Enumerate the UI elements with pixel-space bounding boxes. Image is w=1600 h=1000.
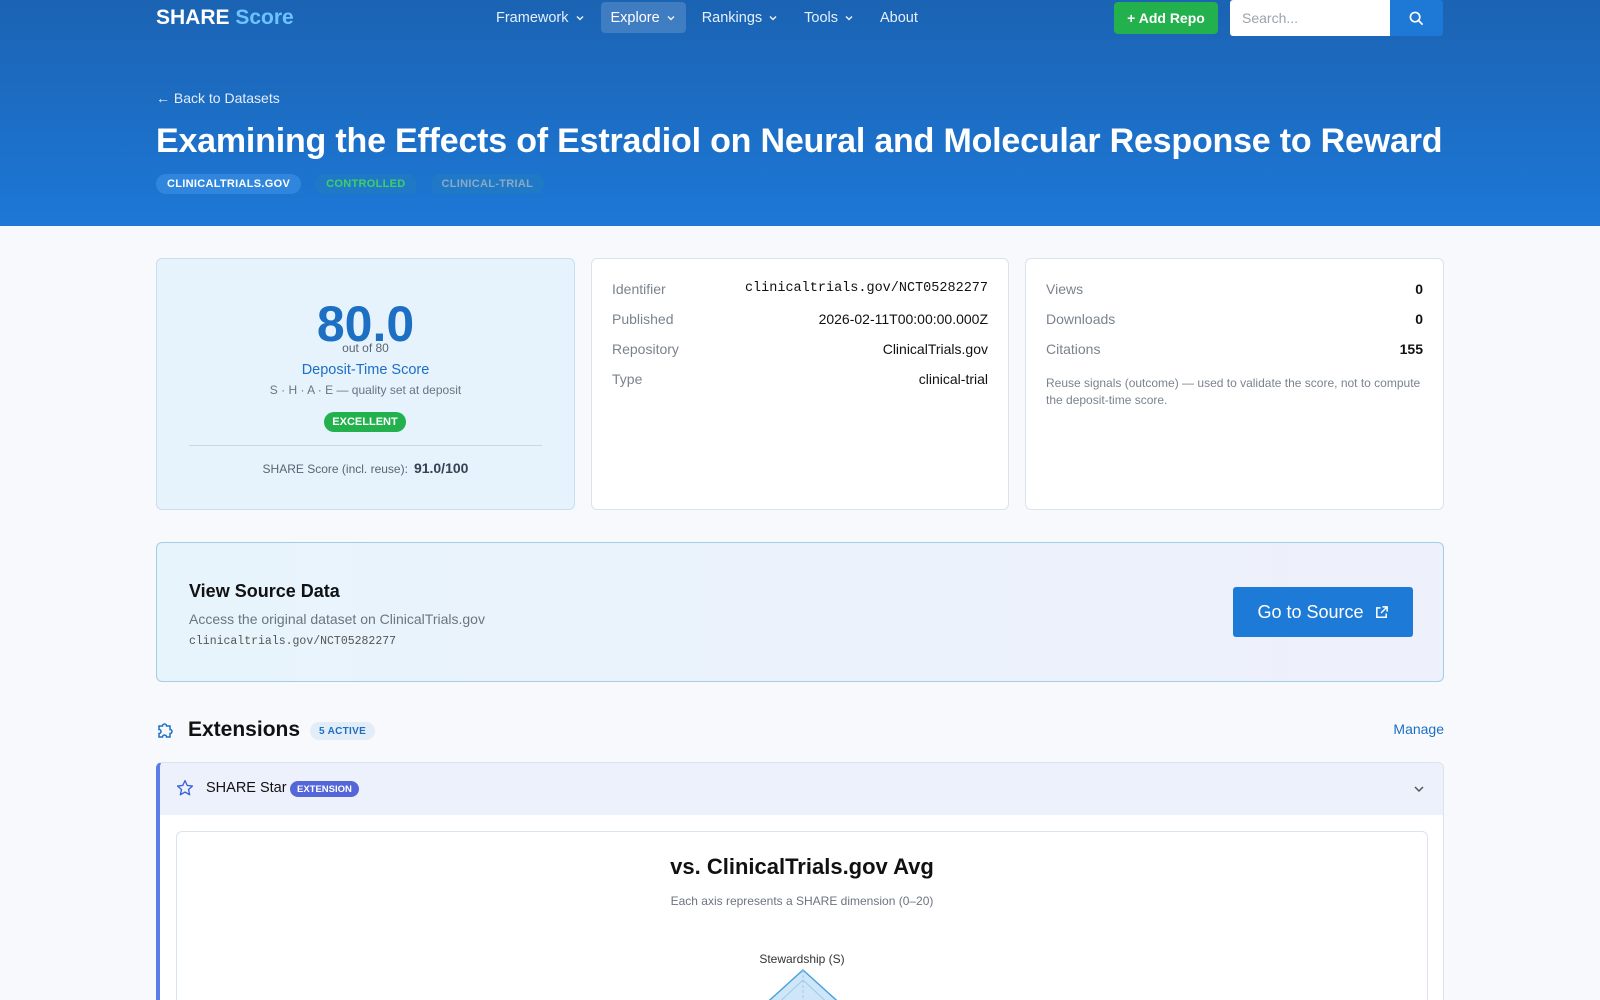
radar-axis-label-stewardship: Stewardship (S) xyxy=(759,952,845,966)
top-nav: SHARE Score Framework Explore Rankings T… xyxy=(0,0,1600,36)
score-subtitle: S · H · A · E — quality set at deposit xyxy=(269,383,462,397)
nav-explore-label: Explore xyxy=(610,9,660,26)
nav-rankings[interactable]: Rankings xyxy=(692,2,788,33)
chevron-down-icon xyxy=(845,15,853,21)
dataset-tags: CLINICALTRIALS.GOV CONTROLLED CLINICAL-T… xyxy=(156,174,545,194)
reuse-row-views: Views 0 xyxy=(1046,281,1423,297)
extension-panel-share-star: SHARE Star EXTENSION vs. ClinicalTrials.… xyxy=(156,762,1444,1000)
source-data-card: View Source Data Access the original dat… xyxy=(156,542,1444,682)
reuse-card: Views 0 Downloads 0 Citations 155 Reuse … xyxy=(1025,258,1444,510)
reuse-row-citations: Citations 155 xyxy=(1046,341,1423,357)
main-menu: Framework Explore Rankings Tools About xyxy=(486,2,928,33)
extension-name: SHARE Star xyxy=(206,780,287,796)
views-value: 0 xyxy=(1415,281,1423,297)
score-label: Deposit-Time Score xyxy=(301,362,430,378)
meta-row-published: Published 2026-02-11T00:00:00.000Z xyxy=(612,311,988,327)
extensions-count-badge: 5 ACTIVE xyxy=(310,722,376,740)
views-label: Views xyxy=(1046,281,1084,297)
nav-framework-label: Framework xyxy=(496,9,569,26)
reuse-note: Reuse signals (outcome) — used to valida… xyxy=(1046,376,1421,407)
search-icon xyxy=(1409,11,1424,25)
share-score-reuse-label: SHARE Score (incl. reuse): xyxy=(262,462,408,476)
go-to-source-label: Go to Source xyxy=(1257,601,1364,622)
meta-row-repository: Repository ClinicalTrials.gov xyxy=(612,341,988,357)
share-score-reuse: SHARE Score (incl. reuse): 91.0/100 xyxy=(157,460,574,476)
external-link-icon xyxy=(1375,605,1388,618)
identifier-value: clinicaltrials.gov/NCT05282277 xyxy=(744,281,988,296)
source-identifier: clinicaltrials.gov/NCT05282277 xyxy=(189,635,397,648)
extensions-title: Extensions xyxy=(188,718,301,741)
chart-title: vs. ClinicalTrials.gov Avg xyxy=(670,854,934,879)
chevron-down-icon xyxy=(575,15,584,21)
citations-label: Citations xyxy=(1046,341,1101,357)
rating-badge: EXCELLENT xyxy=(324,412,406,432)
chevron-down-icon xyxy=(769,15,777,21)
radar-chart-card: vs. ClinicalTrials.gov Avg Each axis rep… xyxy=(176,831,1428,1000)
nav-explore[interactable]: Explore xyxy=(600,2,686,33)
nav-about[interactable]: About xyxy=(870,2,928,33)
page-title: Examining the Effects of Estradiol on Ne… xyxy=(156,122,1443,160)
meta-row-identifier: Identifier clinicaltrials.gov/NCT0528227… xyxy=(612,281,988,297)
nav-rankings-label: Rankings xyxy=(701,9,763,26)
hero-header: SHARE Score Framework Explore Rankings T… xyxy=(0,0,1600,226)
repository-label: Repository xyxy=(612,341,679,357)
radar-chart-shape xyxy=(768,968,838,1000)
downloads-label: Downloads xyxy=(1046,311,1116,327)
citations-value: 155 xyxy=(1399,341,1423,357)
brand-logo[interactable]: SHARE Score xyxy=(156,6,294,30)
divider xyxy=(189,445,542,446)
chart-subtitle: Each axis represents a SHARE dimension (… xyxy=(670,894,934,908)
published-label: Published xyxy=(612,311,674,327)
add-repo-button[interactable]: + Add Repo xyxy=(1114,2,1218,34)
identifier-label: Identifier xyxy=(612,281,666,297)
nav-tools-label: Tools xyxy=(804,9,838,26)
source-title: View Source Data xyxy=(189,581,340,601)
go-to-source-button[interactable]: Go to Source xyxy=(1233,587,1413,637)
nav-framework[interactable]: Framework xyxy=(486,2,595,33)
downloads-value: 0 xyxy=(1415,311,1423,327)
extension-type-badge: EXTENSION xyxy=(290,781,359,797)
source-description: Access the original dataset on ClinicalT… xyxy=(189,611,485,627)
brand-accent: Score xyxy=(235,6,294,29)
published-value: 2026-02-11T00:00:00.000Z xyxy=(818,311,988,327)
score-card: 80.0 out of 80 Deposit-Time Score S · H … xyxy=(156,258,575,510)
meta-row-type: Type clinical-trial xyxy=(612,371,988,387)
chevron-down-icon[interactable] xyxy=(1413,783,1425,795)
tag-access[interactable]: CONTROLLED xyxy=(315,174,417,194)
tag-repository[interactable]: CLINICALTRIALS.GOV xyxy=(156,174,302,194)
back-to-datasets-link[interactable]: ← Back to Datasets xyxy=(156,90,280,106)
nav-about-label: About xyxy=(880,9,918,26)
score-out-of: out of 80 xyxy=(342,341,389,355)
tag-type[interactable]: CLINICAL-TRIAL xyxy=(430,174,545,194)
metadata-card: Identifier clinicaltrials.gov/NCT0528227… xyxy=(591,258,1009,510)
search-button[interactable] xyxy=(1390,0,1443,36)
reuse-row-downloads: Downloads 0 xyxy=(1046,311,1423,327)
puzzle-icon xyxy=(158,723,173,738)
brand-main: SHARE xyxy=(156,6,230,29)
repository-value: ClinicalTrials.gov xyxy=(882,341,988,357)
search-input[interactable] xyxy=(1230,0,1390,36)
type-label: Type xyxy=(612,371,643,387)
extensions-header: Extensions 5 ACTIVE Manage xyxy=(156,716,1444,746)
type-value: clinical-trial xyxy=(918,371,988,387)
manage-extensions-link[interactable]: Manage xyxy=(1393,721,1444,737)
extension-panel-toggle[interactable]: SHARE Star EXTENSION xyxy=(160,763,1443,815)
chevron-down-icon xyxy=(667,15,675,21)
nav-tools[interactable]: Tools xyxy=(794,2,864,33)
share-score-reuse-value: 91.0/100 xyxy=(413,460,469,476)
star-icon xyxy=(176,779,194,796)
